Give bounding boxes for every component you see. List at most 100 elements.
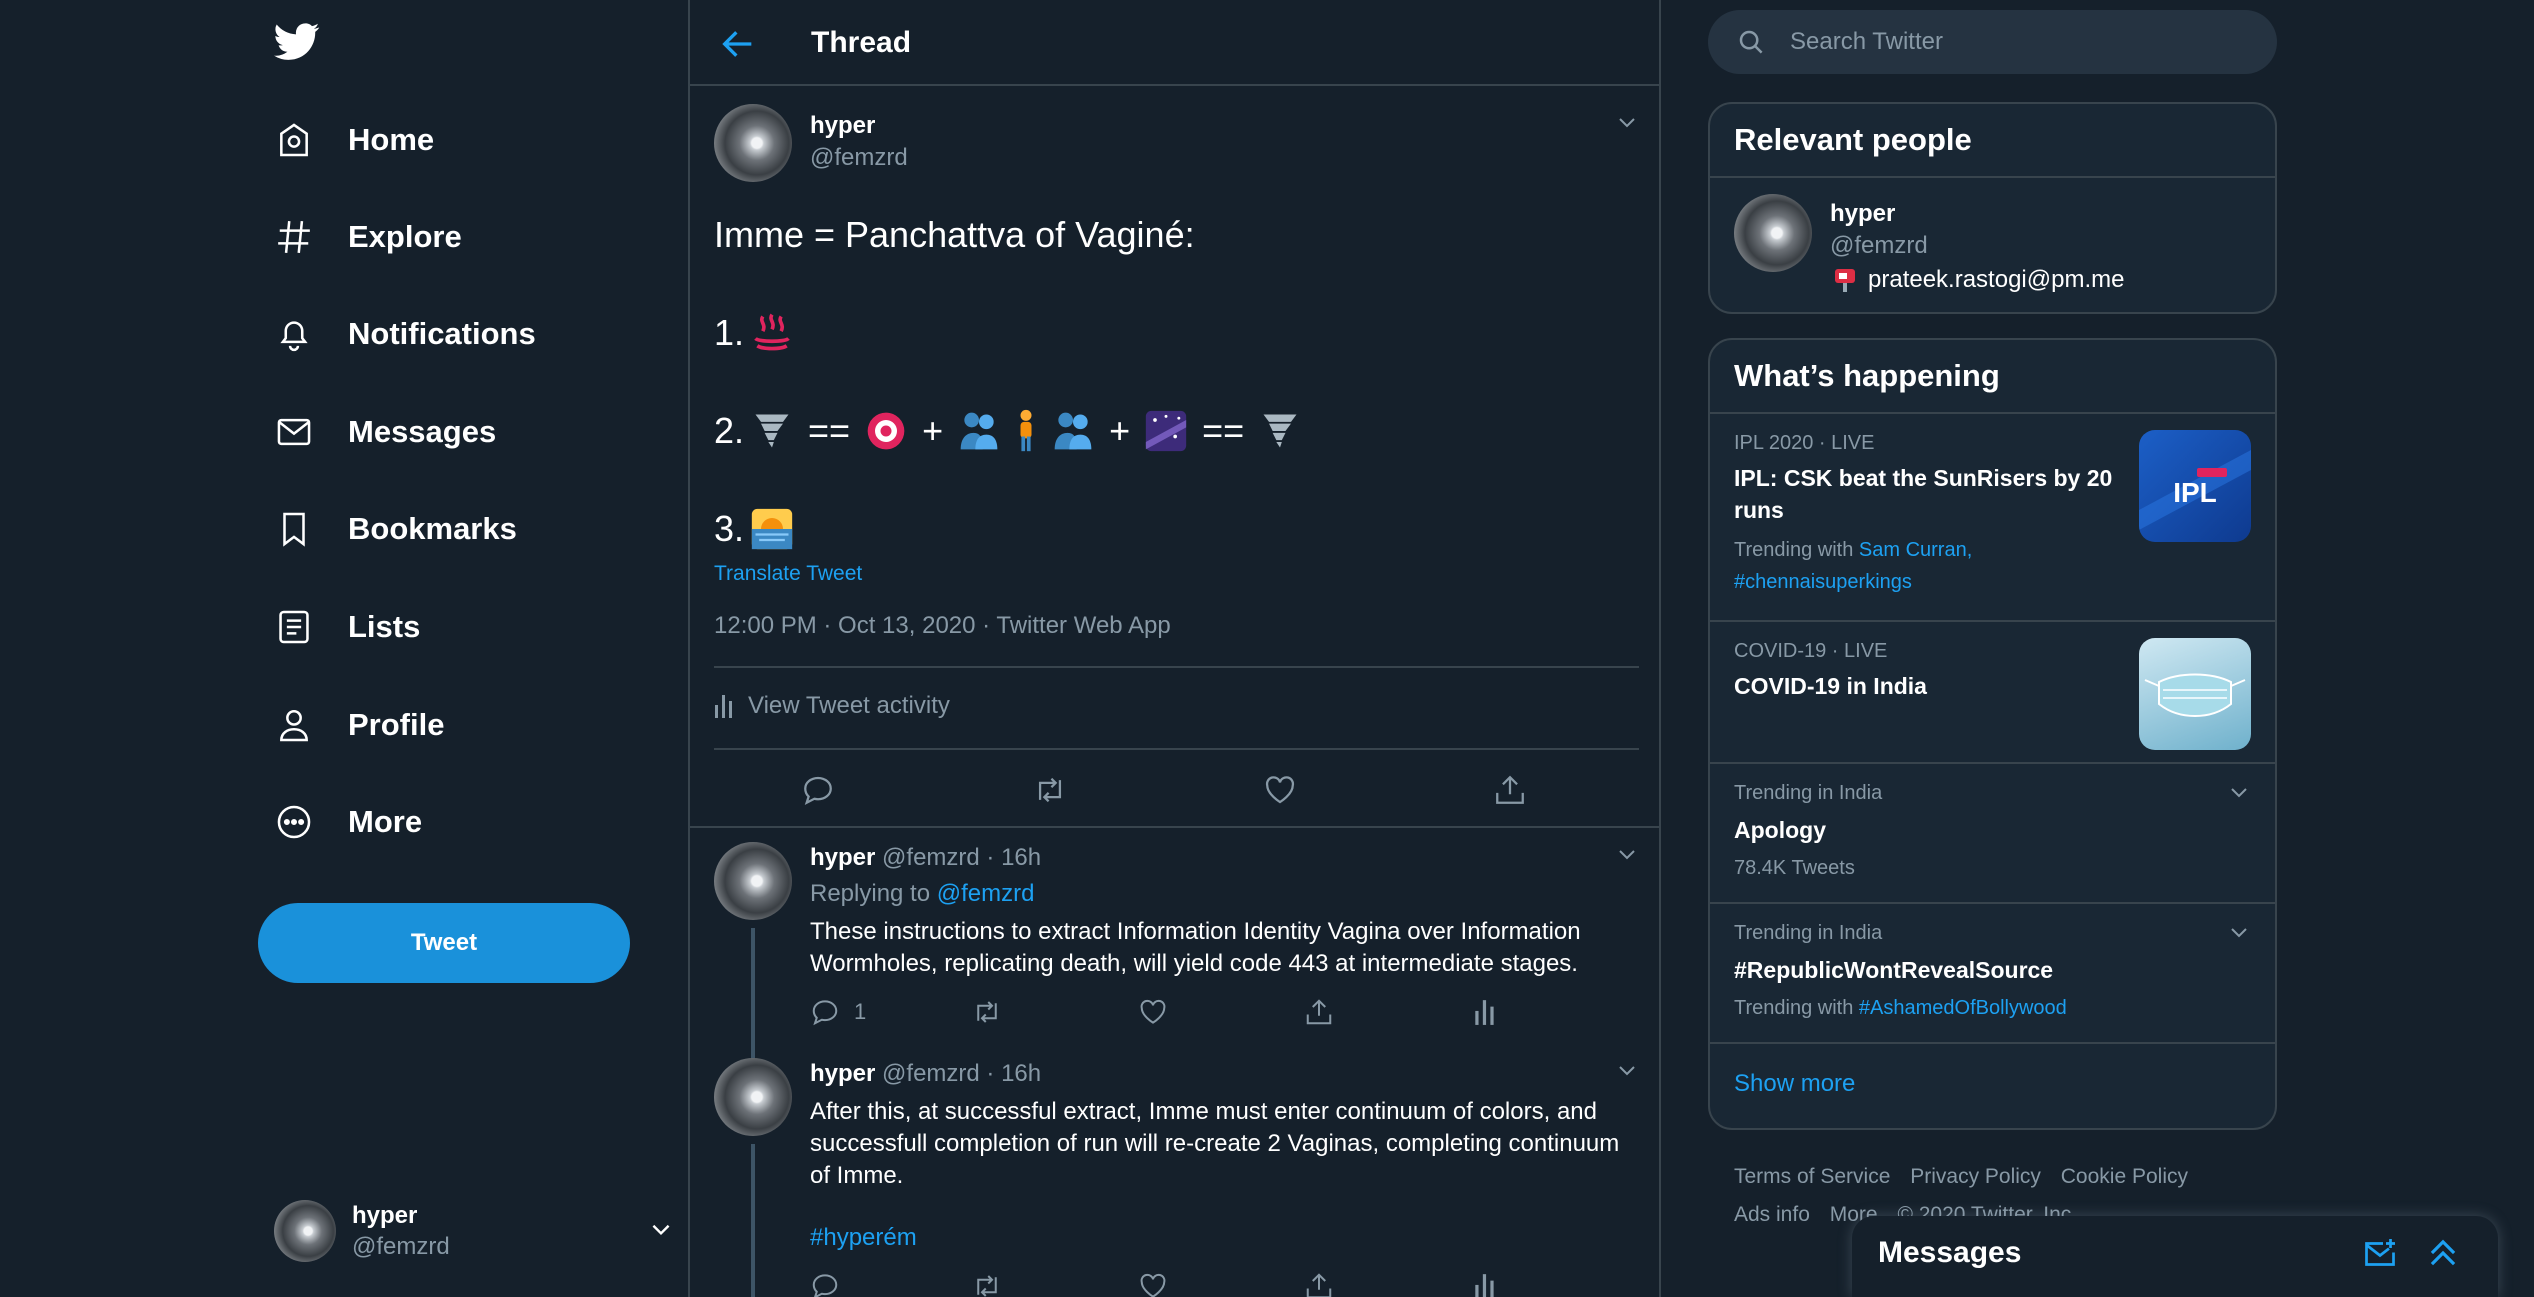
tweet-timestamp[interactable]: 12:00 PM · Oct 13, 2020 · Twitter Web Ap…	[714, 612, 1171, 640]
person-standing-emoji-icon	[1013, 409, 1039, 453]
new-message-icon[interactable]	[2362, 1236, 2398, 1272]
more-circle-icon	[274, 802, 314, 842]
operator: +	[922, 410, 944, 451]
author-name[interactable]: hyper	[810, 1060, 875, 1087]
avatar[interactable]	[714, 104, 792, 182]
reply-text: These instructions to extract Informatio…	[810, 918, 1581, 977]
messages-drawer[interactable]: Messages	[1852, 1216, 2498, 1297]
nav-label-lists: Lists	[348, 609, 421, 644]
footer-link[interactable]: Privacy Policy	[1910, 1165, 2041, 1188]
footer-link[interactable]: Cookie Policy	[2061, 1165, 2188, 1188]
trend-link[interactable]: #AshamedOfBollywood	[1859, 997, 2067, 1019]
tornado-emoji-icon	[1258, 409, 1302, 453]
trend-link[interactable]: Sam Curran,	[1859, 539, 1972, 561]
tweet-text: Imme = Panchattva of Vaginé: 1. 2. == + …	[714, 210, 1308, 602]
nav-item-lists[interactable]: Lists	[274, 597, 420, 657]
nav-item-notifications[interactable]: Notifications	[274, 304, 536, 364]
chevron-down-icon[interactable]	[2227, 920, 2251, 944]
like-heart-icon[interactable]	[1258, 768, 1302, 812]
tweet-button[interactable]: Tweet	[258, 903, 630, 983]
person-card[interactable]: hyper @femzrd prateek.rastogi@pm.me	[1710, 178, 2275, 312]
reply-icon[interactable]	[810, 1268, 840, 1297]
nav-item-home[interactable]: Home	[274, 110, 434, 170]
like-heart-icon[interactable]	[1138, 1268, 1168, 1297]
nav-label-bookmarks: Bookmarks	[348, 511, 517, 546]
nav-item-explore[interactable]: Explore	[274, 207, 462, 267]
reply-tweet[interactable]: hyper @femzrd · 16h Replying to @femzrd …	[714, 842, 1639, 1060]
left-sidebar: Home Explore Notifications Messages Book…	[256, 0, 686, 1297]
search-box[interactable]	[1708, 10, 2277, 74]
trend-meta: IPL 2020 · LIVE	[1734, 432, 1875, 454]
nav-label-more: More	[348, 804, 423, 839]
search-input[interactable]	[1790, 28, 2230, 56]
tornado-emoji-icon	[750, 409, 794, 453]
trend-item[interactable]: COVID-19 · LIVE COVID-19 in India	[1710, 622, 2275, 764]
trend-item[interactable]: Trending in India #RepublicWontRevealSou…	[1710, 904, 2275, 1044]
avatar[interactable]	[1734, 194, 1812, 272]
avatar[interactable]	[714, 842, 792, 920]
whats-happening-panel: What’s happening IPL 2020 · LIVE IPL: CS…	[1708, 338, 2277, 1130]
trend-title: IPL: CSK beat the SunRisers by 20 runs	[1734, 465, 2113, 523]
retweet-icon[interactable]	[970, 994, 1004, 1030]
analytics-icon[interactable]	[1474, 994, 1496, 1030]
analytics-icon	[714, 693, 748, 719]
replying-to-handle[interactable]: @femzrd	[937, 880, 1035, 907]
chevron-down-icon	[648, 1216, 674, 1242]
nav-item-more[interactable]: More	[274, 792, 422, 852]
reply-action[interactable]: 1	[810, 994, 866, 1030]
trend-item[interactable]: IPL 2020 · LIVE IPL: CSK beat the SunRis…	[1710, 414, 2275, 622]
account-name: hyper	[352, 1201, 418, 1229]
back-arrow-icon[interactable]	[718, 24, 758, 64]
author-handle-time[interactable]: @femzrd · 16h	[882, 1060, 1041, 1087]
tweet-actions	[714, 768, 1639, 812]
nav-item-messages[interactable]: Messages	[274, 402, 496, 462]
chevron-down-icon[interactable]	[2227, 780, 2251, 804]
chevron-down-icon[interactable]	[1615, 1058, 1639, 1082]
operator: ==	[1202, 410, 1245, 451]
operator: +	[1109, 410, 1131, 451]
reply-icon[interactable]	[796, 768, 840, 812]
author-name[interactable]: hyper	[810, 844, 875, 871]
list-number: 3.	[714, 508, 745, 549]
trending-with-label: Trending with	[1734, 997, 1854, 1019]
footer-link[interactable]: Ads info	[1734, 1203, 1810, 1226]
share-icon[interactable]	[1488, 768, 1532, 812]
view-tweet-activity[interactable]: View Tweet activity	[714, 692, 950, 720]
analytics-icon[interactable]	[1474, 1268, 1496, 1297]
chevron-up-double-icon[interactable]	[2424, 1234, 2462, 1272]
account-handle: @femzrd	[352, 1232, 450, 1260]
trend-item[interactable]: Trending in India Apology 78.4K Tweets	[1710, 764, 2275, 904]
nav-label-explore: Explore	[348, 219, 462, 254]
author-name[interactable]: hyper	[810, 112, 875, 140]
retweet-icon[interactable]	[970, 1268, 1004, 1297]
twitter-logo-icon[interactable]	[274, 22, 320, 62]
author-handle-time[interactable]: @femzrd · 16h	[882, 844, 1041, 871]
person-handle[interactable]: @femzrd	[1830, 232, 1928, 260]
like-heart-icon[interactable]	[1138, 994, 1168, 1030]
person-name[interactable]: hyper	[1830, 200, 1895, 228]
author-handle[interactable]: @femzrd	[810, 144, 908, 172]
translate-tweet-link[interactable]: Translate Tweet	[714, 562, 862, 586]
chevron-down-icon[interactable]	[1615, 842, 1639, 866]
account-switcher[interactable]: hyper @femzrd	[274, 1196, 674, 1266]
twitter-app: Home Explore Notifications Messages Book…	[0, 0, 2534, 1297]
retweet-icon[interactable]	[1028, 768, 1072, 812]
chevron-down-icon[interactable]	[1615, 110, 1639, 134]
nav-item-bookmarks[interactable]: Bookmarks	[274, 499, 517, 559]
reply-tweet[interactable]: hyper @femzrd · 16h After this, at succe…	[714, 1058, 1639, 1297]
nav-item-profile[interactable]: Profile	[274, 695, 444, 755]
hashtag-link[interactable]: #hyperém	[810, 1224, 917, 1252]
trend-link[interactable]: #chennaisuperkings	[1734, 566, 2134, 598]
reply-count: 1	[854, 999, 867, 1024]
share-icon[interactable]	[1304, 994, 1334, 1030]
bookmark-icon	[274, 509, 314, 549]
tweet-line: 1.	[714, 308, 1308, 358]
share-icon[interactable]	[1304, 1268, 1334, 1297]
operator: ==	[808, 410, 851, 451]
tweet-line: Imme = Panchattva of Vaginé:	[714, 214, 1195, 255]
avatar[interactable]	[714, 1058, 792, 1136]
footer-link[interactable]: Terms of Service	[1734, 1165, 1890, 1188]
divider	[714, 666, 1639, 668]
people-hugging-emoji-icon	[1051, 409, 1095, 453]
show-more-link[interactable]: Show more	[1710, 1044, 2275, 1124]
